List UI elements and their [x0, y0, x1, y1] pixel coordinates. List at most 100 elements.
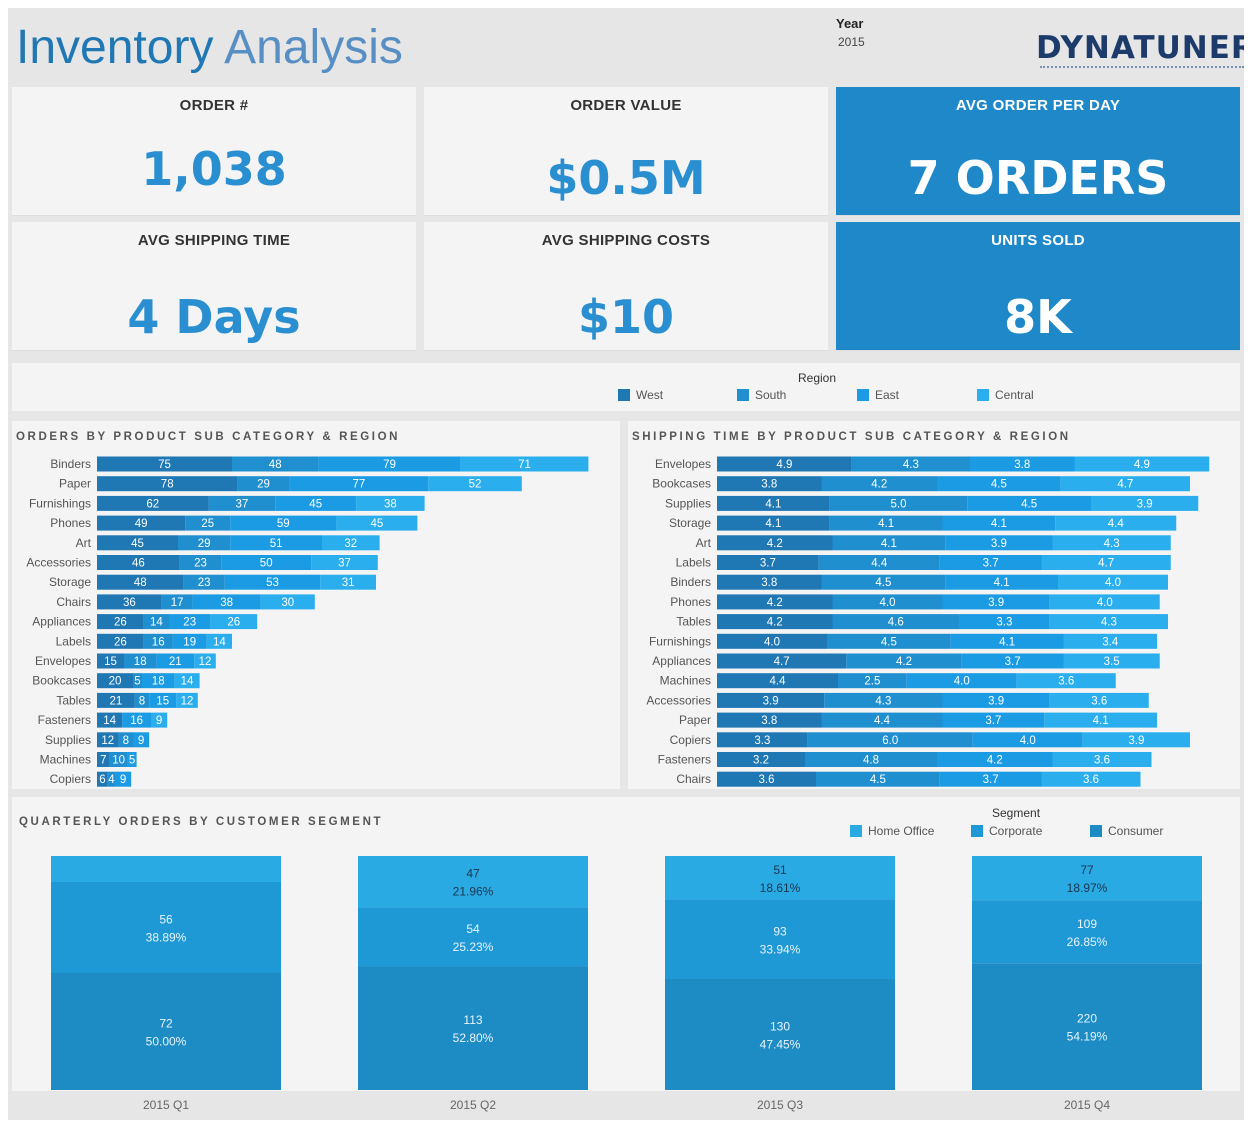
stack-segment [358, 907, 588, 967]
segment-percent-label: 21.96% [453, 885, 494, 899]
data-label: 3.7 [985, 715, 1001, 727]
category-label: Bookcases [652, 477, 711, 491]
segment-percent-label: 18.97% [1067, 881, 1108, 895]
data-label: 23 [198, 577, 211, 589]
segment-count-label: 54 [466, 922, 480, 936]
segment-percent-label: 47.45% [760, 1037, 801, 1051]
orders-by-subcategory-panel: ORDERS BY PRODUCT SUB CATEGORY & REGION … [12, 421, 620, 789]
logo-tagline-line [1040, 66, 1244, 71]
page-title: Inventory Analysis [16, 18, 403, 78]
data-label: 3.9 [988, 597, 1004, 609]
data-label: 5 [134, 676, 140, 688]
data-label: 31 [342, 577, 355, 589]
data-label: 3.5 [1104, 656, 1120, 668]
category-label: Appliances [32, 615, 91, 629]
legend-swatch [618, 389, 630, 401]
legend-item-west[interactable]: West [618, 388, 663, 402]
category-label: Bookcases [32, 674, 91, 688]
kpi-label: UNITS SOLD [991, 232, 1085, 249]
data-label: 18 [134, 656, 147, 668]
data-label: 48 [269, 459, 282, 471]
data-label: 4.1 [1093, 715, 1109, 727]
data-label: 4.8 [863, 755, 879, 767]
segment-count-label: 47 [466, 867, 480, 881]
kpi-value: 4 Days [127, 290, 301, 344]
data-label: 4.1 [878, 518, 894, 530]
data-label: 15 [104, 656, 117, 668]
segment-percent-label: 54.19% [1067, 1030, 1108, 1044]
data-label: 38 [220, 597, 233, 609]
legend-item-east[interactable]: East [857, 388, 899, 402]
data-label: 3.6 [1083, 774, 1099, 786]
kpi-value: $10 [577, 290, 675, 344]
data-label: 4.3 [903, 459, 919, 471]
data-label: 4.5 [870, 774, 886, 786]
data-label: 3.3 [754, 735, 770, 747]
quarter-axis-label: 2015 Q4 [1064, 1098, 1110, 1112]
segment-count-label: 93 [773, 924, 787, 938]
data-label: 3.7 [760, 558, 776, 570]
data-label: 52 [469, 479, 482, 491]
legend-swatch [857, 389, 869, 401]
data-label: 3.6 [1091, 695, 1107, 707]
region-legend-panel: Region West South East Central [12, 363, 1240, 411]
legend-item-central[interactable]: Central [977, 388, 1034, 402]
data-label: 4.9 [1134, 459, 1150, 471]
data-label: 4.4 [1108, 518, 1125, 530]
data-label: 4.0 [1097, 597, 1113, 609]
legend-swatch [977, 389, 989, 401]
category-label: Chairs [676, 772, 711, 786]
data-label: 4.0 [880, 597, 896, 609]
data-label: 19 [183, 636, 196, 648]
data-label: 29 [198, 538, 211, 550]
data-label: 3.7 [1005, 656, 1021, 668]
category-label: Furnishings [649, 634, 711, 648]
category-label: Furnishings [29, 496, 91, 510]
data-label: 37 [338, 558, 351, 570]
data-label: 29 [257, 479, 270, 491]
segment-count-label: 109 [1077, 917, 1097, 931]
segment-percent-label: 38.89% [146, 931, 187, 945]
data-label: 2.5 [864, 676, 880, 688]
category-label: Tables [676, 615, 711, 629]
category-label: Envelopes [655, 457, 711, 471]
data-label: 3.4 [1102, 636, 1119, 648]
category-label: Art [76, 536, 92, 550]
category-label: Fasteners [658, 753, 711, 767]
year-filter-label: Year [836, 16, 864, 31]
data-label: 17 [171, 597, 184, 609]
data-label: 75 [158, 459, 171, 471]
data-label: 45 [371, 518, 384, 530]
category-label: Binders [50, 457, 91, 471]
orders-bar-chart: Binders 75 48 79 71Paper 78 29 77 52Furnishings 6… [26, 456, 589, 787]
data-label: 12 [101, 735, 114, 747]
year-filter-value[interactable]: 2015 [838, 35, 865, 49]
category-label: Art [696, 536, 712, 550]
data-label: 3.6 [1058, 676, 1074, 688]
kpi-order-count: ORDER # 1,038 [12, 87, 416, 216]
data-label: 4.7 [1098, 558, 1114, 570]
data-label: 25 [201, 518, 214, 530]
category-label: Labels [676, 556, 711, 570]
data-label: 14 [150, 617, 163, 629]
data-label: 7 [100, 755, 106, 767]
quarter-axis-label: 2015 Q1 [143, 1098, 189, 1112]
data-label: 4.1 [999, 636, 1015, 648]
category-label: Tables [56, 693, 91, 707]
kpi-value: 1,038 [141, 142, 287, 196]
data-label: 78 [161, 479, 174, 491]
data-label: 4.0 [1020, 735, 1036, 747]
data-label: 36 [123, 597, 136, 609]
data-label: 4.1 [991, 518, 1007, 530]
data-label: 3.6 [1094, 755, 1110, 767]
data-label: 4.3 [1101, 617, 1117, 629]
data-label: 46 [132, 558, 145, 570]
segment-percent-label: 50.00% [146, 1035, 187, 1049]
stack-segment [665, 978, 895, 1090]
kpi-value: 8K [1004, 290, 1072, 344]
data-label: 5.0 [891, 498, 907, 510]
legend-item-south[interactable]: South [737, 388, 786, 402]
category-label: Accessories [646, 693, 711, 707]
data-label: 4.7 [774, 656, 790, 668]
category-label: Copiers [50, 772, 91, 786]
